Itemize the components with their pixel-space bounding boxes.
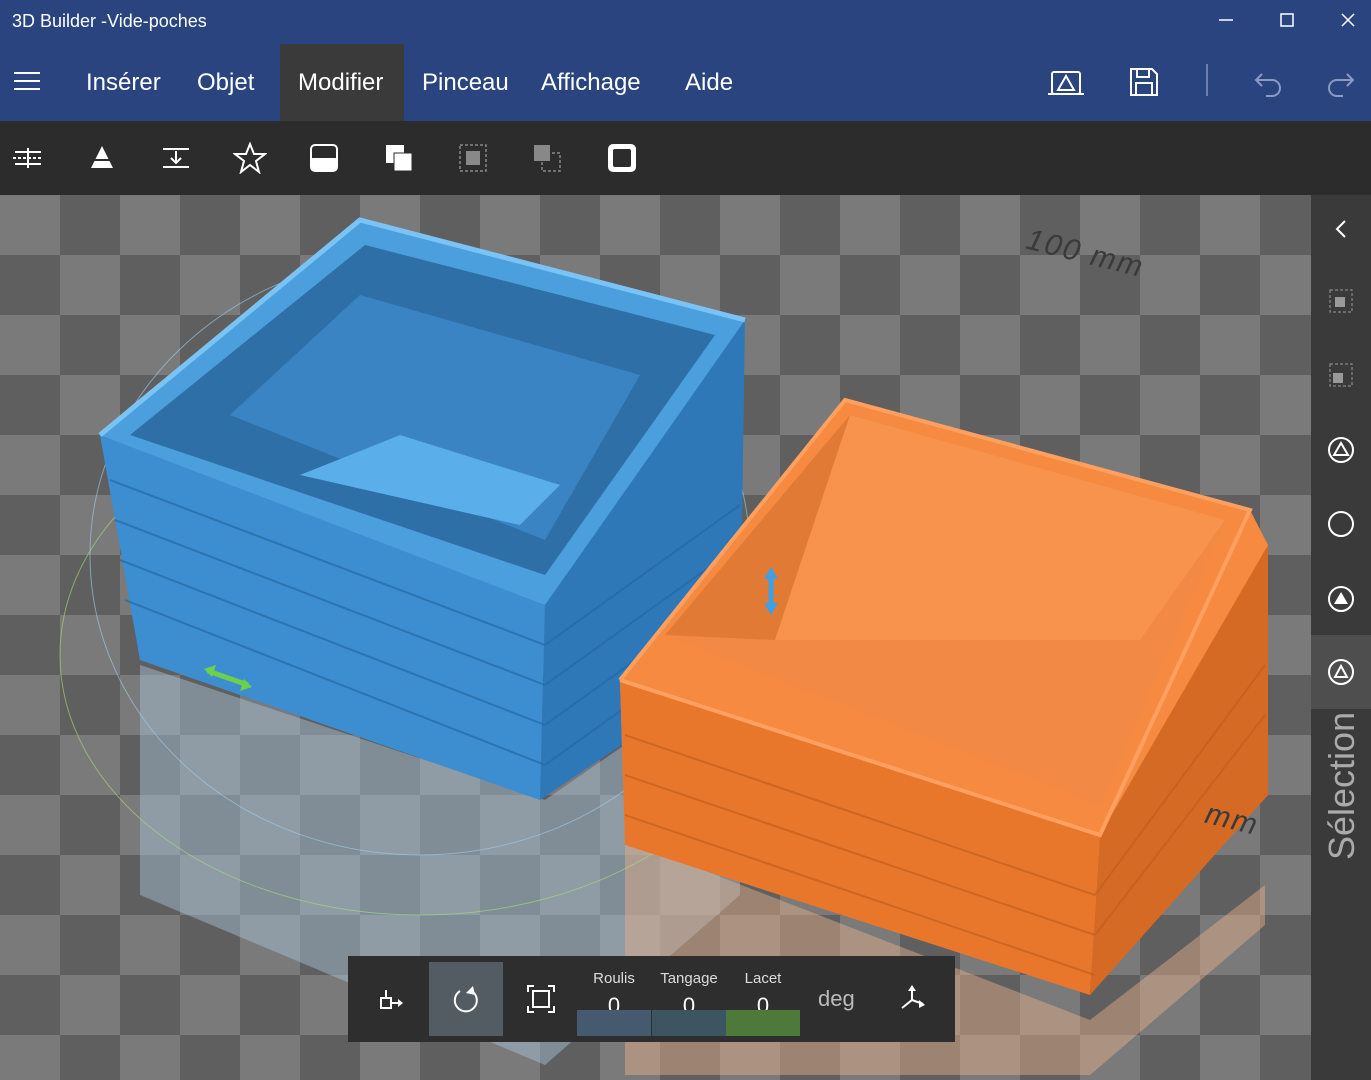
- menu-objet[interactable]: Objet: [179, 44, 272, 121]
- minimize-icon: [1219, 19, 1233, 21]
- yaw-field[interactable]: Lacet 0: [726, 962, 800, 1036]
- selection-panel-label: Sélection: [1321, 711, 1362, 860]
- hollow-button[interactable]: [599, 135, 645, 181]
- cone-icon: [91, 146, 113, 168]
- subtract-icon: [534, 145, 561, 172]
- redo-icon: [1328, 73, 1355, 97]
- selection-side-panel: Sélection: [1311, 195, 1371, 1080]
- select-objects-button[interactable]: [1319, 428, 1363, 472]
- move-icon: [380, 990, 403, 1009]
- menu-aide[interactable]: Aide: [667, 44, 751, 121]
- hamburger-menu-button[interactable]: [14, 70, 40, 94]
- unit-label: deg: [818, 986, 855, 1011]
- hollow-icon: [608, 144, 636, 172]
- simplify-icon: [310, 144, 338, 172]
- intersect-button[interactable]: [450, 135, 496, 181]
- scale-icon: [527, 985, 555, 1013]
- menu-inserer[interactable]: Insérer: [68, 44, 179, 121]
- pitch-bar: [652, 1010, 726, 1036]
- undo-button[interactable]: [1252, 66, 1286, 100]
- rotate-button[interactable]: [429, 962, 503, 1036]
- select-faces-button[interactable]: [1319, 577, 1363, 621]
- cone-button[interactable]: [79, 135, 125, 181]
- reset-transform-icon: [901, 985, 925, 1009]
- collapse-chevron-icon: [1335, 220, 1346, 238]
- print-3d-button[interactable]: [1048, 66, 1084, 100]
- intersect-icon: [459, 144, 487, 172]
- simplify-button[interactable]: [301, 135, 347, 181]
- close-icon: [1341, 13, 1355, 27]
- scene-canvas: [59, 217, 1268, 1075]
- minimize-button[interactable]: [1196, 0, 1256, 40]
- print-3d-icon: [1048, 71, 1084, 95]
- group-objects-button[interactable]: [1319, 279, 1363, 323]
- yaw-bar: [726, 1010, 800, 1036]
- menu-bar: Insérer Objet Modifier Pinceau Affichage…: [0, 44, 1371, 121]
- save-button[interactable]: [1128, 66, 1162, 100]
- merge-icon: [386, 145, 413, 172]
- close-button[interactable]: [1318, 0, 1371, 40]
- merge-button[interactable]: [376, 135, 422, 181]
- extrude-down-icon: [163, 148, 189, 168]
- menu-modifier[interactable]: Modifier: [280, 44, 404, 121]
- rotate-icon: [453, 986, 478, 1013]
- select-objects-icon: [1328, 437, 1354, 463]
- save-icon: [1130, 68, 1158, 96]
- pitch-label: Tangage: [660, 970, 718, 987]
- group-objects-icon: [1329, 289, 1353, 313]
- selection-mode-icon: [1328, 659, 1354, 685]
- 3d-viewport[interactable]: 100 mm mm: [0, 195, 1311, 1080]
- undo-icon: [1254, 73, 1281, 97]
- roll-bar: [577, 1010, 651, 1036]
- roll-label: Roulis: [593, 970, 635, 987]
- split-button[interactable]: [5, 135, 51, 181]
- menu-affichage[interactable]: Affichage: [523, 44, 659, 121]
- selection-mode-button[interactable]: [1311, 635, 1371, 709]
- ungroup-objects-icon: [1329, 363, 1353, 387]
- maximize-icon: [1280, 13, 1294, 27]
- roll-field[interactable]: Roulis 0: [577, 962, 651, 1036]
- maximize-button[interactable]: [1257, 0, 1317, 40]
- title-bar: 3D Builder -Vide-poches: [0, 0, 1371, 44]
- emboss-star-icon: [233, 142, 267, 174]
- redo-button[interactable]: [1325, 66, 1359, 100]
- hamburger-icon: [14, 72, 40, 90]
- emboss-button[interactable]: [227, 135, 273, 181]
- select-faces-icon: [1328, 586, 1354, 612]
- extrude-down-button[interactable]: [153, 135, 199, 181]
- transform-bar: Roulis 0 Tangage 0 Lacet 0 deg: [348, 956, 955, 1042]
- subtract-button[interactable]: [524, 135, 570, 181]
- move-button[interactable]: [354, 962, 428, 1036]
- collapse-panel-button[interactable]: [1319, 207, 1363, 251]
- window-title: 3D Builder -Vide-poches: [12, 11, 207, 31]
- yaw-label: Lacet: [744, 970, 782, 987]
- select-circle-button[interactable]: [1319, 502, 1363, 546]
- toolbar-divider: [1206, 64, 1208, 96]
- modifier-toolbar: [0, 121, 1371, 195]
- ungroup-objects-button[interactable]: [1319, 353, 1363, 397]
- menu-pinceau[interactable]: Pinceau: [404, 44, 527, 121]
- select-circle-icon: [1328, 511, 1354, 537]
- scale-button[interactable]: [504, 962, 578, 1036]
- split-icon: [13, 148, 43, 168]
- pitch-field[interactable]: Tangage 0: [652, 962, 726, 1036]
- reset-transform-button[interactable]: [875, 962, 949, 1036]
